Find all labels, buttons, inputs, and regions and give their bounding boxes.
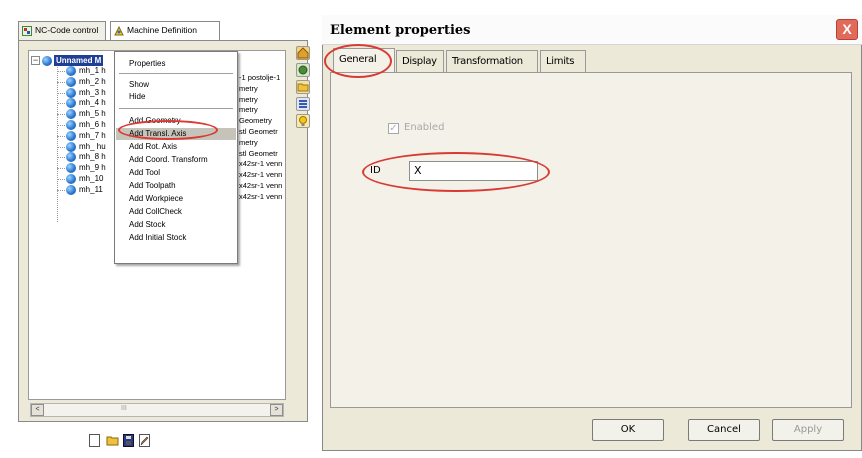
- tab-transformation[interactable]: Transformation: [446, 50, 538, 72]
- tree-branch-line: [57, 168, 65, 169]
- tree-item[interactable]: mh_7 h: [79, 130, 106, 141]
- scroll-right-button[interactable]: >: [270, 404, 283, 416]
- menu-item-add-tool[interactable]: Add Tool: [129, 168, 160, 178]
- dialog-title: Element properties: [330, 23, 471, 38]
- context-menu: Properties Show Hide Add Geometry Add Tr…: [114, 51, 238, 264]
- ok-button[interactable]: OK: [592, 419, 664, 441]
- tree-item-fragment: x42sr-1 venn: [239, 159, 283, 168]
- tree-item-fragment: x42sr-1 venn: [239, 181, 283, 190]
- menu-item-add-toolpath[interactable]: Add Toolpath: [129, 181, 176, 191]
- tree-branch-line: [57, 71, 65, 72]
- tree-item-fragment: x42sr-1 venn: [239, 170, 283, 179]
- tree-item[interactable]: mh_9 h: [79, 162, 106, 173]
- horizontal-scrollbar[interactable]: < III >: [30, 403, 284, 417]
- tree-item[interactable]: mh_10: [79, 173, 103, 184]
- axis-node-icon: [66, 131, 76, 141]
- tree-item-fragment: -1 postolje-1: [239, 73, 281, 82]
- menu-item-add-rot-axis[interactable]: Add Rot. Axis: [129, 142, 177, 152]
- machine-node-icon: [42, 56, 52, 66]
- tree-branch-line: [57, 190, 65, 191]
- collapse-toggle[interactable]: −: [31, 56, 40, 65]
- tree-branch-line: [57, 125, 65, 126]
- axis-node-icon: [66, 77, 76, 87]
- apply-button[interactable]: Apply: [772, 419, 844, 441]
- tree-item[interactable]: mh_4 h: [79, 97, 106, 108]
- tree-item[interactable]: mh_2 h: [79, 76, 106, 87]
- folder-icon[interactable]: [296, 80, 310, 94]
- enabled-label: Enabled: [404, 122, 445, 133]
- tree-item-fragment: Geometry: [239, 116, 272, 125]
- annotation-ellipse: [118, 120, 218, 140]
- cancel-button[interactable]: Cancel: [688, 419, 760, 441]
- axis-node-icon: [66, 185, 76, 195]
- menu-item-properties[interactable]: Properties: [129, 59, 165, 69]
- axis-node-icon: [66, 66, 76, 76]
- list-icon[interactable]: [296, 97, 310, 111]
- machine-icon[interactable]: [296, 63, 310, 77]
- tree-item[interactable]: mh_6 h: [79, 119, 106, 130]
- home-icon[interactable]: [296, 46, 310, 60]
- tree-item-fragment: metry: [239, 84, 258, 93]
- tree-branch-line: [57, 82, 65, 83]
- tree-branch-line: [57, 103, 65, 104]
- axis-node-icon: [66, 98, 76, 108]
- tree-branch-line: [57, 114, 65, 115]
- tab-nc-code-label: NC-Code control: [35, 25, 99, 35]
- menu-item-add-collcheck[interactable]: Add CollCheck: [129, 207, 182, 217]
- tree-item-fragment: x42sr-1 venn: [239, 192, 283, 201]
- annotation-ellipse: [362, 152, 550, 192]
- axis-node-icon: [66, 120, 76, 130]
- enabled-checkbox[interactable]: ✓: [388, 123, 399, 134]
- menu-item-add-coord-transform[interactable]: Add Coord. Transform: [129, 155, 208, 165]
- menu-item-add-workpiece[interactable]: Add Workpiece: [129, 194, 183, 204]
- tree-item-fragment: metry: [239, 105, 258, 114]
- tree-item[interactable]: mh_1 h: [79, 65, 106, 76]
- tree-item-fragment: stl Geometr: [239, 127, 278, 136]
- tree-item[interactable]: mh_5 h: [79, 108, 106, 119]
- menu-separator: [119, 73, 233, 74]
- axis-node-icon: [66, 109, 76, 119]
- axis-node-icon: [66, 152, 76, 162]
- save-icon[interactable]: [123, 434, 134, 447]
- close-icon: X: [842, 21, 852, 37]
- axis-node-icon: [66, 142, 76, 152]
- tree-branch-line: [57, 147, 65, 148]
- close-button[interactable]: X: [836, 19, 858, 40]
- machine-definition-window: NC-Code control Machine Definition − Unn…: [0, 0, 312, 458]
- tab-machine-definition-label: Machine Definition: [127, 25, 197, 35]
- annotation-ellipse: [324, 44, 392, 78]
- edit-icon[interactable]: [139, 434, 150, 447]
- scroll-thumb-grip[interactable]: III: [121, 405, 127, 412]
- menu-item-show[interactable]: Show: [129, 80, 149, 90]
- scroll-left-button[interactable]: <: [31, 404, 44, 416]
- axis-node-icon: [66, 163, 76, 173]
- dialog-titlebar[interactable]: Element properties X: [322, 15, 862, 45]
- tab-limits[interactable]: Limits: [540, 50, 586, 72]
- machine-definition-icon: [114, 25, 124, 36]
- tree-branch-line: [57, 179, 65, 180]
- menu-item-add-initial-stock[interactable]: Add Initial Stock: [129, 233, 186, 243]
- new-file-icon[interactable]: [89, 434, 100, 447]
- tree-item-fragment: metry: [239, 138, 258, 147]
- axis-node-icon: [66, 88, 76, 98]
- tree-line: [57, 67, 58, 222]
- bulb-icon[interactable]: [296, 114, 310, 128]
- menu-item-add-stock[interactable]: Add Stock: [129, 220, 165, 230]
- axis-node-icon: [66, 174, 76, 184]
- tree-branch-line: [57, 136, 65, 137]
- nc-code-icon: [22, 26, 32, 36]
- tree-item[interactable]: mh_11: [79, 184, 103, 195]
- tree-branch-line: [57, 157, 65, 158]
- tab-display[interactable]: Display: [396, 50, 444, 72]
- tree-branch-line: [57, 93, 65, 94]
- tab-machine-definition[interactable]: Machine Definition: [110, 21, 220, 41]
- tab-nc-code-control[interactable]: NC-Code control: [18, 21, 106, 41]
- menu-item-hide[interactable]: Hide: [129, 92, 145, 102]
- menu-separator: [119, 108, 233, 109]
- tree-item[interactable]: mh_8 h: [79, 151, 106, 162]
- open-folder-icon[interactable]: [106, 434, 119, 447]
